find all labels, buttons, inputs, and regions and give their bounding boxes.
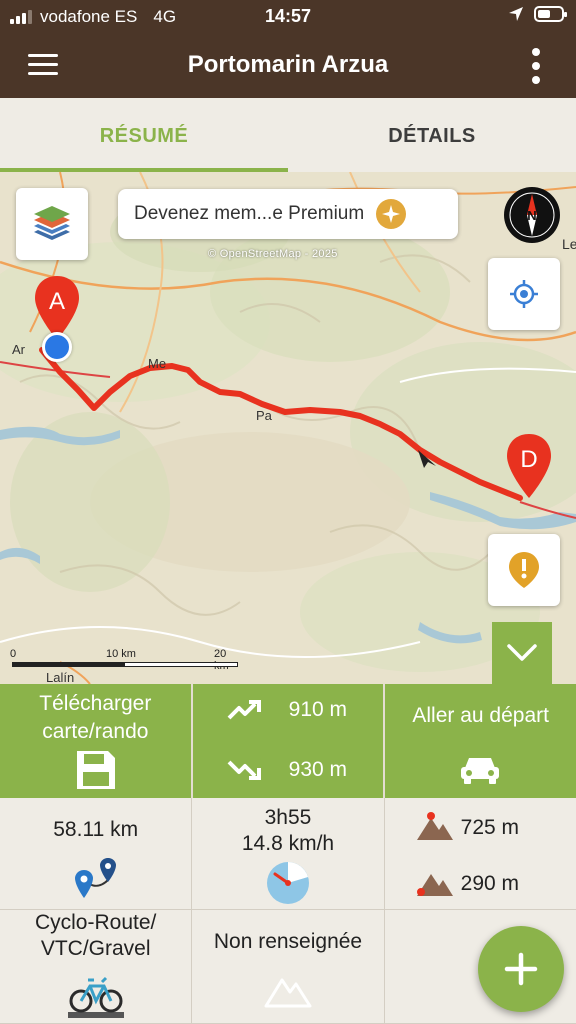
mountain-high-icon (416, 812, 453, 840)
tab-details[interactable]: DÉTAILS (288, 98, 576, 172)
scale-max: 20 km (214, 648, 229, 672)
end-marker-label: D (520, 446, 538, 473)
scale-bar (12, 662, 238, 667)
end-marker[interactable]: D (504, 432, 554, 502)
distance-value: 58.11 km (53, 818, 139, 841)
scale-zero: 0 (10, 648, 17, 660)
min-altitude-value: 290 m (460, 872, 520, 895)
premium-banner[interactable]: Devenez mem...e Premium (118, 189, 458, 239)
mountain-low-icon (416, 874, 453, 896)
more-options-icon[interactable] (530, 46, 542, 86)
activity-cell: Cyclo-Route/ VTC/Gravel (0, 910, 193, 1024)
layers-icon (34, 206, 70, 240)
start-marker-label: A (48, 288, 65, 315)
location-arrow-icon (509, 7, 523, 21)
route-map[interactable]: Ar Me Pa Lalín Le Devenez mem...e Premiu… (0, 172, 576, 684)
page-title: Portomarin Arzua (187, 51, 389, 78)
tab-resume[interactable]: RÉSUMÉ (0, 98, 288, 172)
scale-mid: 10 km (106, 648, 136, 660)
status-time: 14:57 (264, 6, 312, 26)
distance-cell: 58.11 km (0, 798, 193, 910)
save-icon (77, 751, 115, 789)
crosshair-icon (510, 280, 538, 308)
chevron-down-icon (507, 644, 537, 661)
elevation-up-icon (227, 700, 261, 720)
elevation-gain-value: 910 m (288, 698, 348, 721)
difficulty-cell: Non renseignée (192, 910, 385, 1024)
compass-north-label: N (527, 208, 536, 223)
tab-bar: RÉSUMÉ DÉTAILS (0, 98, 576, 172)
speed-value: 14.8 km/h (241, 832, 335, 855)
go-to-start-button[interactable]: Aller au départ (385, 684, 576, 798)
map-scale: 0 10 km 20 km (8, 648, 238, 672)
warning-pin-icon (509, 552, 539, 588)
elevation-down-icon (227, 760, 261, 780)
mountain-outline-icon (264, 978, 312, 1008)
altitude-cell: 725 m 290 m (384, 798, 576, 910)
download-label: Télécharger carte/rando (39, 692, 152, 743)
map-layers-button[interactable] (16, 188, 88, 260)
report-issue-button[interactable] (488, 534, 560, 606)
map-attribution: © OpenStreetMap - 2025 (208, 248, 338, 260)
app-bar: Portomarin Arzua (0, 34, 576, 98)
action-row: Télécharger carte/rando 910 m 930 m Alle… (0, 684, 576, 798)
stopwatch-icon (267, 862, 310, 904)
current-location-dot (42, 332, 72, 362)
place-label-lalin: Lalín (46, 670, 75, 684)
battery-icon (534, 6, 567, 22)
status-bar: vodafone ES 4G 14:57 (0, 0, 576, 34)
bicycle-icon (68, 976, 124, 1018)
activity-value: Cyclo-Route/ VTC/Gravel (34, 911, 157, 960)
collapse-map-button[interactable] (492, 622, 552, 684)
go-to-start-label: Aller au départ (412, 704, 549, 727)
max-altitude-value: 725 m (460, 816, 520, 839)
compass-icon[interactable]: N (503, 186, 561, 244)
download-button[interactable]: Télécharger carte/rando (0, 684, 191, 798)
status-right (508, 6, 567, 22)
add-button[interactable] (478, 926, 564, 1012)
place-label-me: Me (148, 356, 167, 371)
place-label-le: Le (562, 236, 576, 252)
premium-star-icon (376, 199, 407, 229)
stats-row-1: 58.11 km 3h55 14.8 km/h 725 m 290 m (0, 798, 576, 910)
difficulty-value: Non renseignée (213, 930, 363, 953)
duration-value: 3h55 (264, 806, 312, 829)
place-label-pa: Pa (256, 408, 272, 423)
locate-me-button[interactable] (488, 258, 560, 330)
plus-icon (504, 952, 538, 986)
elevation-loss-value: 930 m (288, 758, 348, 781)
duration-cell: 3h55 14.8 km/h (192, 798, 385, 910)
distance-pins-icon (75, 858, 116, 898)
elevation-summary: 910 m 930 m (192, 684, 384, 798)
premium-banner-text: Devenez mem...e Premium (134, 203, 365, 224)
place-label-ar: Ar (12, 342, 25, 357)
car-icon (461, 758, 500, 784)
